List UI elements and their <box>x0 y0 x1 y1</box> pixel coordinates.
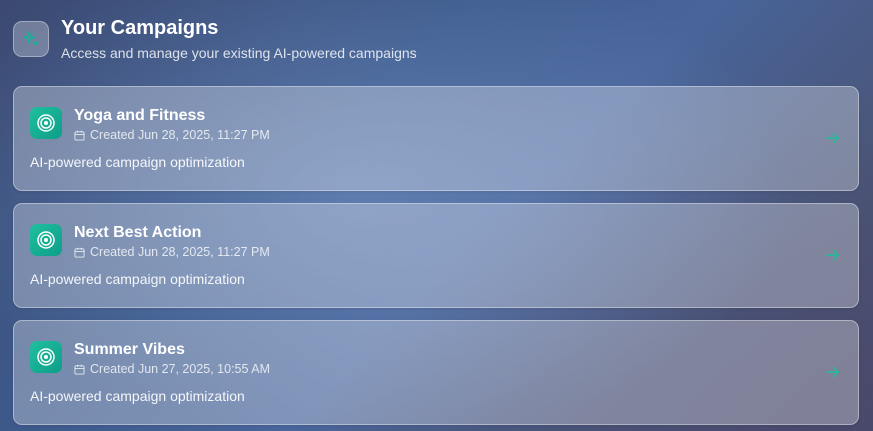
page-subtitle: Access and manage your existing AI-power… <box>61 45 417 61</box>
sparkles-icon <box>13 21 49 57</box>
created-text: Created Jun 28, 2025, 11:27 PM <box>90 245 270 259</box>
campaign-name: Summer Vibes <box>74 341 185 358</box>
campaign-description: AI-powered campaign optimization <box>30 271 245 287</box>
created-text: Created Jun 27, 2025, 10:55 AM <box>90 362 270 376</box>
campaign-card[interactable]: Next Best Action Created Jun 28, 2025, 1… <box>13 203 859 308</box>
arrow-right-icon[interactable] <box>824 363 842 381</box>
campaign-card[interactable]: Yoga and Fitness Created Jun 28, 2025, 1… <box>13 86 859 191</box>
created-text: Created Jun 28, 2025, 11:27 PM <box>90 128 270 142</box>
campaign-card[interactable]: Summer Vibes Created Jun 27, 2025, 10:55… <box>13 320 859 425</box>
page-title: Your Campaigns <box>61 17 219 39</box>
target-icon <box>30 224 62 256</box>
campaign-description: AI-powered campaign optimization <box>30 154 245 170</box>
page-header: Your Campaigns Access and manage your ex… <box>13 16 417 62</box>
calendar-icon <box>74 247 85 258</box>
campaign-description: AI-powered campaign optimization <box>30 388 245 404</box>
campaign-created-date: Created Jun 28, 2025, 11:27 PM <box>74 127 270 143</box>
arrow-right-icon[interactable] <box>824 129 842 147</box>
campaign-name: Yoga and Fitness <box>74 107 206 124</box>
calendar-icon <box>74 130 85 141</box>
target-icon <box>30 341 62 373</box>
target-icon <box>30 107 62 139</box>
arrow-right-icon[interactable] <box>824 246 842 264</box>
calendar-icon <box>74 364 85 375</box>
campaign-created-date: Created Jun 28, 2025, 11:27 PM <box>74 244 270 260</box>
campaign-name: Next Best Action <box>74 224 202 241</box>
campaign-created-date: Created Jun 27, 2025, 10:55 AM <box>74 361 270 377</box>
